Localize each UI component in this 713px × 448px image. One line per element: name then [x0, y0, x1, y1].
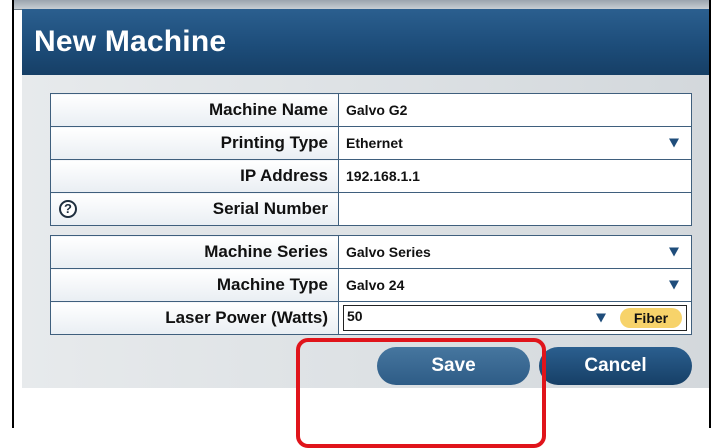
- laser-type-badge: Fiber: [620, 308, 682, 328]
- table-row: Laser Power (Watts) 50 Fiber: [50, 301, 692, 335]
- chevron-down-icon[interactable]: [669, 280, 679, 290]
- printing-type-value: Ethernet: [346, 135, 403, 151]
- machine-series-label: Machine Series: [50, 235, 339, 269]
- machine-series-select[interactable]: Galvo Series: [338, 235, 692, 269]
- machine-series-value: Galvo Series: [346, 244, 431, 260]
- serial-number-label: Serial Number: [212, 199, 328, 218]
- table-row: Machine Name Galvo G2: [50, 93, 692, 127]
- ip-address-input[interactable]: 192.168.1.1: [338, 159, 692, 193]
- printing-type-label: Printing Type: [50, 126, 339, 160]
- table-row: Machine Type Galvo 24: [50, 268, 692, 302]
- dialog-title: New Machine: [34, 25, 227, 58]
- table-row: Machine Series Galvo Series: [50, 235, 692, 269]
- printing-type-select[interactable]: Ethernet: [338, 126, 692, 160]
- chevron-down-icon[interactable]: [669, 138, 679, 148]
- chevron-down-icon[interactable]: [596, 313, 606, 323]
- serial-number-input[interactable]: [338, 192, 692, 226]
- laser-power-value: 50: [347, 308, 363, 324]
- machine-name-input[interactable]: Galvo G2: [338, 93, 692, 127]
- laser-power-label: Laser Power (Watts): [50, 301, 339, 335]
- table-row: Printing Type Ethernet: [50, 126, 692, 160]
- machine-table: Machine Series Galvo Series Machine Type…: [50, 235, 692, 335]
- connection-table: Machine Name Galvo G2 Printing Type Ethe…: [50, 93, 692, 226]
- help-icon[interactable]: ?: [59, 200, 77, 218]
- machine-name-value: Galvo G2: [346, 102, 408, 118]
- cancel-button[interactable]: Cancel: [539, 347, 692, 385]
- laser-power-select[interactable]: 50 Fiber: [343, 305, 687, 331]
- machine-type-label: Machine Type: [50, 268, 339, 302]
- ip-address-label: IP Address: [50, 159, 339, 193]
- chevron-down-icon[interactable]: [669, 247, 679, 257]
- serial-number-label-cell: ? Serial Number: [50, 192, 339, 226]
- machine-type-select[interactable]: Galvo 24: [338, 268, 692, 302]
- machine-type-value: Galvo 24: [346, 277, 405, 293]
- table-row: IP Address 192.168.1.1: [50, 159, 692, 193]
- table-row: ? Serial Number: [50, 192, 692, 226]
- machine-name-label: Machine Name: [50, 93, 339, 127]
- dialog-header: New Machine: [22, 9, 709, 75]
- laser-power-cell: 50 Fiber: [338, 301, 692, 335]
- highlight-annotation: [296, 338, 546, 448]
- ip-address-value: 192.168.1.1: [346, 168, 420, 184]
